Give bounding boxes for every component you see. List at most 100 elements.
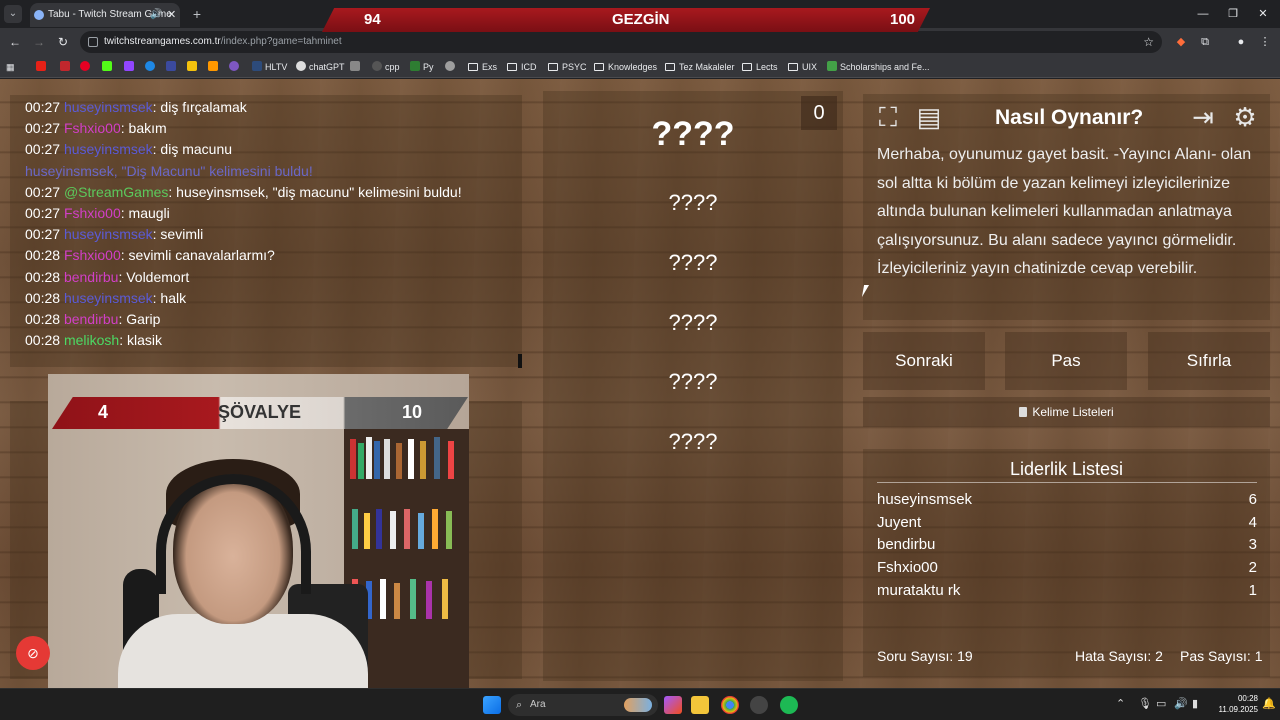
chat-username[interactable]: Fshxio00 bbox=[64, 205, 121, 221]
chat-username[interactable]: Fshxio00 bbox=[64, 247, 121, 263]
tray-chevron-icon[interactable]: ⌃ bbox=[1116, 697, 1125, 710]
chat-username[interactable]: huseyinsmsek bbox=[64, 290, 153, 306]
tray-monitor-icon[interactable]: ▭ bbox=[1156, 697, 1166, 710]
bookmark-folder-exs[interactable]: Exs bbox=[468, 59, 497, 75]
notification-icon[interactable]: 🔔 bbox=[1262, 697, 1276, 710]
how-to-play-text: Merhaba, oyunumuz gayet basit. -Yayıncı … bbox=[877, 146, 1252, 278]
webcam-score-banner: 4 ŞÖVALYE 10 bbox=[52, 397, 468, 429]
game-page: 00:27 huseyinsmsek: diş fırçalamak 00:27 … bbox=[0, 79, 1280, 690]
bookmark-kick-icon[interactable] bbox=[102, 59, 115, 75]
cam-score-left: 4 bbox=[98, 402, 109, 422]
bookmark-pinterest-icon[interactable] bbox=[80, 59, 93, 75]
obs-icon[interactable] bbox=[750, 696, 768, 714]
audio-playing-icon[interactable]: 🔊 bbox=[150, 3, 162, 27]
bookmark-dark-icon[interactable] bbox=[350, 59, 363, 75]
chat-message: 00:27 Fshxio00: bakım bbox=[25, 120, 167, 137]
minimize-button[interactable]: — bbox=[1188, 4, 1218, 24]
chat-username[interactable]: bendirbu bbox=[64, 269, 119, 285]
fullscreen-icon[interactable]: ⛶ bbox=[872, 101, 904, 133]
reload-button[interactable]: ↻ bbox=[54, 33, 72, 51]
leaderboard-name: murataktu rk bbox=[877, 581, 961, 599]
chat-message: 00:28 melikosh: klasik bbox=[25, 332, 162, 349]
bookmark-cpp[interactable]: cpp bbox=[372, 59, 400, 75]
bookmark-folder-icd[interactable]: ICD bbox=[507, 59, 537, 75]
file-explorer-icon[interactable] bbox=[691, 696, 709, 714]
clock-time: 00:28 bbox=[1237, 694, 1258, 703]
url-host: twitchstreamgames.com.tr bbox=[104, 36, 221, 47]
bookmark-youtube-icon[interactable] bbox=[36, 59, 49, 75]
target-word: ???? bbox=[651, 115, 735, 153]
bookmark-star-icon[interactable]: ☆ bbox=[1143, 31, 1154, 53]
tray-volume-icon[interactable]: 🔊 bbox=[1174, 697, 1188, 710]
spotify-icon[interactable] bbox=[780, 696, 798, 714]
chat-username[interactable]: huseyinsmsek bbox=[64, 99, 153, 115]
settings-gear-icon[interactable]: ⚙ bbox=[1229, 101, 1261, 133]
chat-username[interactable]: Fshxio00 bbox=[64, 120, 121, 136]
chat-username[interactable]: @StreamGames bbox=[64, 184, 168, 200]
browser-tab[interactable]: Tabu - Twitch Stream Game 🔊 ✕ bbox=[30, 3, 180, 27]
chat-scrollbar[interactable] bbox=[518, 354, 522, 368]
pass-count: Pas Sayısı: 1 bbox=[1180, 648, 1263, 664]
bookmark-orange-icon[interactable] bbox=[208, 59, 221, 75]
next-button[interactable]: Sonraki bbox=[863, 332, 985, 390]
bookmark-b-icon[interactable] bbox=[166, 59, 179, 75]
start-windows-icon[interactable] bbox=[483, 696, 501, 714]
chat-message: 00:28 huseyinsmsek: halk bbox=[25, 289, 187, 306]
chat-text: halk bbox=[156, 289, 187, 306]
chat-username[interactable]: huseyinsmsek, "Diş Macunu" kelimesini bu… bbox=[25, 163, 313, 179]
chat-username[interactable]: huseyinsmsek bbox=[64, 141, 153, 157]
bookmark-blue-icon[interactable] bbox=[145, 59, 158, 75]
leaderboard-row: Fshxio00 2 bbox=[877, 559, 1257, 581]
bookmark-purple-icon[interactable] bbox=[229, 59, 242, 75]
tab-search-icon[interactable]: ⌄ bbox=[4, 5, 22, 23]
bookmark-red-icon[interactable] bbox=[60, 59, 73, 75]
extensions-puzzle-icon[interactable]: ⧉ bbox=[1196, 33, 1214, 51]
tray-battery-icon[interactable]: ▮ bbox=[1192, 697, 1198, 710]
record-button[interactable]: ⊘ bbox=[16, 636, 50, 670]
extension-icon[interactable]: ◆ bbox=[1172, 33, 1190, 51]
chrome-icon[interactable] bbox=[721, 696, 739, 714]
forward-button[interactable]: → bbox=[30, 33, 48, 51]
address-bar[interactable]: twitchstreamgames.com.tr/index.php?game=… bbox=[80, 31, 1162, 53]
chat-message: 00:27 huseyinsmsek: sevimli bbox=[25, 226, 204, 243]
bookmark-twitch-icon[interactable] bbox=[124, 59, 137, 75]
chat-username[interactable]: melikosh bbox=[64, 332, 119, 348]
maximize-button[interactable]: ❐ bbox=[1218, 4, 1248, 24]
chat-username[interactable]: huseyinsmsek bbox=[64, 226, 153, 242]
bookmark-py[interactable]: Py bbox=[410, 59, 434, 75]
browser-menu-icon[interactable]: ⋮ bbox=[1256, 33, 1274, 51]
reset-button[interactable]: Sıfırla bbox=[1148, 332, 1270, 390]
bookmark-folder-knowledges[interactable]: Knowledges bbox=[594, 59, 657, 75]
search-highlight-icon bbox=[624, 698, 652, 712]
leaderboard-name: Fshxio00 bbox=[877, 559, 938, 577]
taskbar-search-label: Ara bbox=[530, 699, 546, 710]
apps-grid-icon[interactable]: ▦ bbox=[6, 59, 15, 75]
bookmark-chatgpt[interactable]: chatGPT bbox=[296, 59, 345, 75]
chat-text: diş fırçalamak bbox=[156, 99, 247, 115]
notes-icon[interactable]: ▤ bbox=[913, 101, 945, 133]
bookmark-folder-psyc[interactable]: PSYC bbox=[548, 59, 587, 75]
bookmark-folder-tez[interactable]: Tez Makaleler bbox=[665, 59, 735, 75]
logout-icon[interactable]: ⇥ bbox=[1187, 101, 1219, 133]
bookmark-globe-icon[interactable] bbox=[445, 59, 458, 75]
new-tab-button[interactable]: + bbox=[188, 5, 206, 23]
folder-icon bbox=[594, 63, 604, 71]
close-tab-icon[interactable]: ✕ bbox=[167, 3, 176, 27]
back-button[interactable]: ← bbox=[6, 33, 24, 51]
taskbar-search[interactable]: ⌕ Ara bbox=[508, 694, 658, 716]
figma-icon[interactable] bbox=[664, 696, 682, 714]
site-info-icon[interactable] bbox=[88, 37, 98, 47]
bookmark-hltv[interactable]: HLTV bbox=[252, 59, 287, 75]
pass-button[interactable]: Pas bbox=[1005, 332, 1127, 390]
bookmark-yellow-icon[interactable] bbox=[187, 59, 200, 75]
tray-mic-icon[interactable]: 🎙 bbox=[1138, 697, 1152, 710]
chat-username[interactable]: bendirbu bbox=[64, 311, 119, 327]
taskbar-clock[interactable]: 00:28 11.09.2025 bbox=[1208, 693, 1258, 715]
close-window-button[interactable]: ✕ bbox=[1248, 4, 1278, 24]
word-lists-button[interactable]: Kelime Listeleri bbox=[863, 397, 1270, 427]
bookmark-folder-uix[interactable]: UIX bbox=[788, 59, 817, 75]
how-to-play-title: Nasıl Oynanır? bbox=[995, 106, 1144, 129]
bookmark-folder-lects[interactable]: Lects bbox=[742, 59, 778, 75]
profile-avatar-icon[interactable]: ● bbox=[1232, 33, 1250, 51]
bookmark-scholarships[interactable]: Scholarships and Fe... bbox=[827, 59, 930, 75]
